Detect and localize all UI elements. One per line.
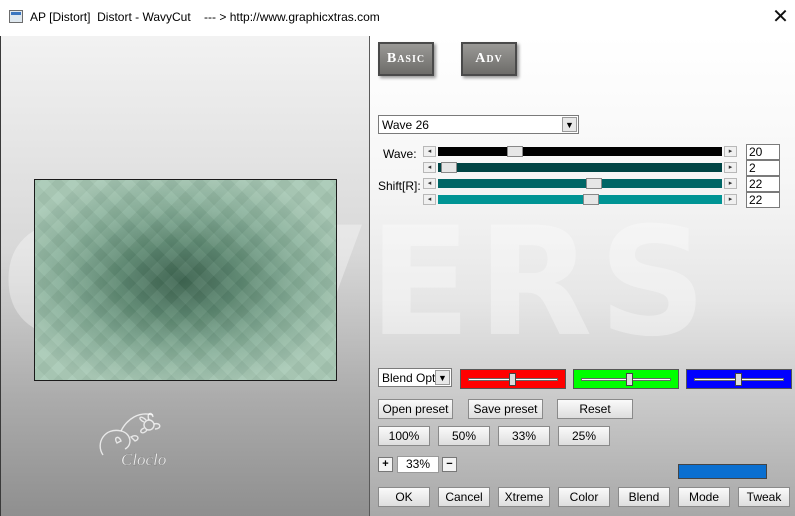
param-slider-4[interactable]: ◂ ▸ [423,194,737,205]
red-channel-slider[interactable] [460,369,566,389]
shift-label: Shift[R]: [378,179,421,193]
slider-thumb[interactable] [509,373,517,386]
zoom-in-button[interactable]: + [378,457,393,472]
slider-thumb[interactable] [441,162,458,173]
slider-track[interactable] [438,194,722,205]
reset-button[interactable]: Reset [557,399,633,419]
zoom-50-button[interactable]: 50% [438,426,490,446]
slider-thumb[interactable] [506,146,523,157]
xtreme-button[interactable]: Xtreme [498,487,550,507]
tab-basic[interactable]: Basic [378,42,434,76]
scroll-right-icon[interactable]: ▸ [724,146,737,157]
param-slider-2[interactable]: ◂ ▸ [423,162,737,173]
window-icon[interactable] [9,10,23,23]
title-bar: AP [Distort] Distort - WavyCut --- > htt… [0,0,795,36]
slider-thumb[interactable] [625,373,633,386]
scroll-left-icon[interactable]: ◂ [423,146,436,157]
zoom-33-button[interactable]: 33% [498,426,550,446]
slider-thumb[interactable] [583,194,600,205]
param-slider-1[interactable]: ◂ ▸ [423,146,737,157]
zoom-out-button[interactable]: − [442,457,457,472]
preset-select-value: Wave 26 [382,118,429,132]
color-button[interactable]: Color [558,487,610,507]
blend-button[interactable]: Blend [618,487,670,507]
open-preset-button[interactable]: Open preset [378,399,453,419]
cloclo-logo: Cloclo [91,403,191,473]
cancel-button[interactable]: Cancel [438,487,490,507]
tweak-button[interactable]: Tweak [738,487,790,507]
preset-select[interactable]: Wave 26 ▼ [378,115,579,134]
green-channel-slider[interactable] [573,369,679,389]
blue-channel-slider[interactable] [686,369,792,389]
blend-select-value: Blend Optio [382,371,436,385]
tab-adv[interactable]: Adv [461,42,517,76]
scroll-left-icon[interactable]: ◂ [423,162,436,173]
param-value-field[interactable]: 22 [746,176,780,192]
chevron-down-icon[interactable]: ▼ [562,117,577,132]
zoom-25-button[interactable]: 25% [558,426,610,446]
param-value-field[interactable]: 2 [746,160,780,176]
scroll-right-icon[interactable]: ▸ [724,194,737,205]
slider-thumb[interactable] [586,178,603,189]
scroll-left-icon[interactable]: ◂ [423,178,436,189]
flower-icon: Cloclo [99,412,167,469]
logo-text: Cloclo [121,450,166,469]
slider-thumb[interactable] [735,373,743,386]
chevron-down-icon[interactable]: ▼ [435,370,450,385]
save-preset-button[interactable]: Save preset [468,399,543,419]
param-value-field[interactable]: 20 [746,144,780,160]
preview-image [34,179,337,381]
param-value-field[interactable]: 22 [746,192,780,208]
zoom-value: 33% [397,456,439,473]
ok-button[interactable]: OK [378,487,430,507]
param-slider-3[interactable]: ◂ ▸ [423,178,737,189]
slider-track[interactable] [438,146,722,157]
dialog-body: COVERS Cloclo Basic Adv Wave 26 ▼ Wave: [0,36,795,516]
wave-label: Wave: [383,147,417,161]
close-button[interactable]: ✕ [766,2,795,32]
scroll-right-icon[interactable]: ▸ [724,162,737,173]
slider-track[interactable] [438,162,722,173]
color-swatch[interactable] [678,464,767,479]
mode-button[interactable]: Mode [678,487,730,507]
scroll-right-icon[interactable]: ▸ [724,178,737,189]
scroll-left-icon[interactable]: ◂ [423,194,436,205]
slider-track[interactable] [438,178,722,189]
window-title: AP [Distort] Distort - WavyCut --- > htt… [30,10,380,24]
blend-options-select[interactable]: Blend Optio ▼ [378,368,452,387]
zoom-100-button[interactable]: 100% [378,426,430,446]
